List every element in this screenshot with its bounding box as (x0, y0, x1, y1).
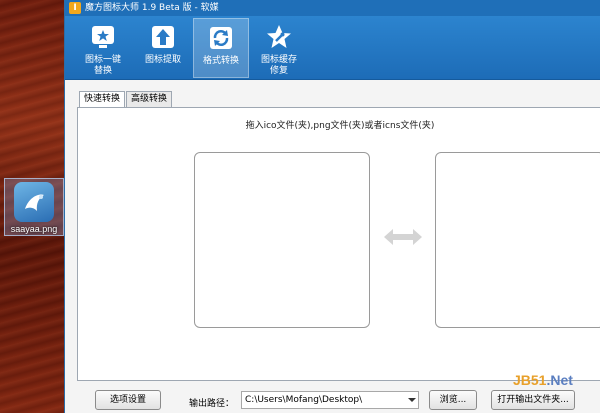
watermark-part1: JB51 (513, 372, 547, 388)
desktop-file-label: saayaa.png (10, 224, 58, 234)
source-drop-area[interactable] (194, 152, 370, 328)
desktop-file-icon[interactable]: saayaa.png (4, 178, 64, 236)
monitor-star-icon (88, 22, 118, 52)
double-arrow-icon (384, 228, 422, 246)
tool-label: 图标一键 替换 (84, 55, 121, 76)
tool-label: 图标提取 (144, 55, 181, 65)
output-path-value: C:\Users\Mofang\Desktop\ (245, 395, 363, 405)
output-path-label: 输出路径： (189, 399, 235, 409)
app-logo-icon: I (69, 2, 81, 14)
refresh-icon (206, 23, 236, 53)
target-drop-area[interactable] (435, 152, 600, 328)
tool-label: 格式转换 (202, 56, 239, 66)
options-button[interactable]: 选项设置 (95, 390, 161, 410)
tool-cache-repair[interactable]: 图标缓存 修复 (251, 18, 307, 78)
tool-label: 图标缓存 修复 (260, 55, 297, 76)
watermark-logo: JB51.Net (513, 372, 573, 388)
open-output-folder-button[interactable]: 打开输出文件夹... (491, 390, 575, 410)
window-title: 魔方图标大师 1.9 Beta 版 - 软媒 (85, 3, 219, 13)
main-toolbar: 图标一键 替换 图标提取 格式转换 图标缓存 修复 (65, 16, 600, 80)
title-bar: I 魔方图标大师 1.9 Beta 版 - 软媒 (65, 0, 600, 16)
tab-strip: 快速转换 高级转换 (79, 91, 173, 108)
tab-quick-convert[interactable]: 快速转换 (79, 91, 126, 108)
png-file-icon (14, 182, 54, 222)
tab-advanced-convert[interactable]: 高级转换 (126, 91, 173, 107)
chevron-down-icon[interactable] (408, 398, 416, 402)
convert-panel: 拖入ico文件(夹),png文件(夹)或者icns文件(夹) (77, 107, 600, 381)
upload-arrow-icon (148, 22, 178, 52)
tool-icon-replace[interactable]: 图标一键 替换 (75, 18, 131, 78)
bottom-bar: 选项设置 输出路径： C:\Users\Mofang\Desktop\ 浏览..… (65, 387, 600, 413)
drop-hint: 拖入ico文件(夹),png文件(夹)或者icns文件(夹) (245, 121, 435, 131)
tool-icon-extract[interactable]: 图标提取 (135, 18, 191, 78)
output-path-select[interactable]: C:\Users\Mofang\Desktop\ (241, 391, 419, 409)
app-window: I 魔方图标大师 1.9 Beta 版 - 软媒 图标一键 替换 图标提取 格式… (64, 0, 600, 413)
watermark-part2: .Net (546, 372, 573, 388)
tool-format-convert[interactable]: 格式转换 (193, 18, 249, 78)
content-area: 快速转换 高级转换 拖入ico文件(夹),png文件(夹)或者icns文件(夹)… (65, 81, 600, 413)
star-wrench-icon (264, 22, 294, 52)
browse-button[interactable]: 浏览... (429, 390, 477, 410)
